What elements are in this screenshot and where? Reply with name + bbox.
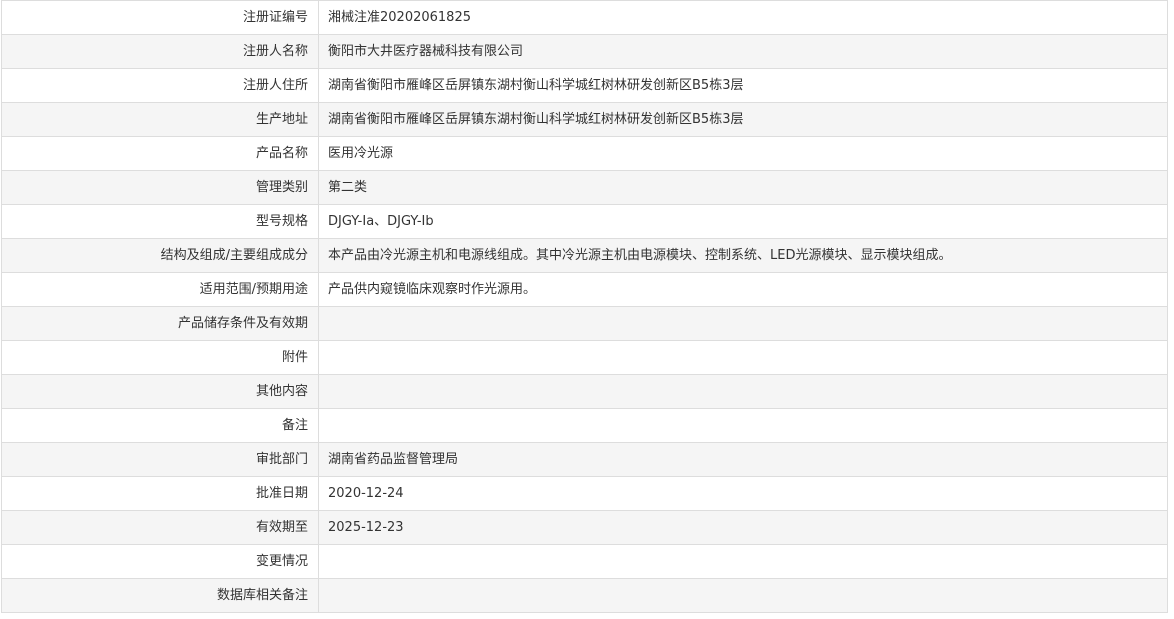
table-row: 注册人住所 湖南省衡阳市雁峰区岳屏镇东湖村衡山科学城红树林研发创新区B5栋3层 — [1, 68, 1168, 103]
field-label-change-status: 变更情况 — [1, 544, 319, 579]
field-value-storage-validity — [318, 306, 1168, 341]
field-label-storage-validity: 产品储存条件及有效期 — [1, 306, 319, 341]
field-label-model-spec: 型号规格 — [1, 204, 319, 239]
table-row: 其他内容 — [1, 374, 1168, 409]
table-row: 数据库相关备注 — [1, 578, 1168, 613]
field-value-product-name: 医用冷光源 — [318, 136, 1168, 171]
field-value-attachments — [318, 340, 1168, 375]
field-label-production-address: 生产地址 — [1, 102, 319, 137]
field-value-registrant-name: 衡阳市大井医疗器械科技有限公司 — [318, 34, 1168, 69]
table-row: 注册人名称 衡阳市大井医疗器械科技有限公司 — [1, 34, 1168, 69]
table-row: 备注 — [1, 408, 1168, 443]
field-label-management-class: 管理类别 — [1, 170, 319, 205]
table-row: 变更情况 — [1, 544, 1168, 579]
field-value-other-content — [318, 374, 1168, 409]
field-value-management-class: 第二类 — [318, 170, 1168, 205]
table-row: 生产地址 湖南省衡阳市雁峰区岳屏镇东湖村衡山科学城红树林研发创新区B5栋3层 — [1, 102, 1168, 137]
field-label-attachments: 附件 — [1, 340, 319, 375]
table-row: 产品名称 医用冷光源 — [1, 136, 1168, 171]
field-label-registrant-address: 注册人住所 — [1, 68, 319, 103]
field-label-database-remarks: 数据库相关备注 — [1, 578, 319, 613]
field-label-product-name: 产品名称 — [1, 136, 319, 171]
field-label-structure-composition: 结构及组成/主要组成成分 — [1, 238, 319, 273]
field-label-registration-number: 注册证编号 — [1, 0, 319, 35]
table-row: 注册证编号 湘械注准20202061825 — [1, 0, 1168, 35]
field-value-intended-use: 产品供内窥镜临床观察时作光源用。 — [318, 272, 1168, 307]
field-value-registration-number: 湘械注准20202061825 — [318, 0, 1168, 35]
table-row: 管理类别 第二类 — [1, 170, 1168, 205]
table-row: 产品储存条件及有效期 — [1, 306, 1168, 341]
field-value-registrant-address: 湖南省衡阳市雁峰区岳屏镇东湖村衡山科学城红树林研发创新区B5栋3层 — [318, 68, 1168, 103]
field-value-remarks — [318, 408, 1168, 443]
table-row: 有效期至 2025-12-23 — [1, 510, 1168, 545]
field-value-database-remarks — [318, 578, 1168, 613]
table-row: 适用范围/预期用途 产品供内窥镜临床观察时作光源用。 — [1, 272, 1168, 307]
table-row: 附件 — [1, 340, 1168, 375]
field-value-approval-date: 2020-12-24 — [318, 476, 1168, 511]
field-value-production-address: 湖南省衡阳市雁峰区岳屏镇东湖村衡山科学城红树林研发创新区B5栋3层 — [318, 102, 1168, 137]
field-value-structure-composition: 本产品由冷光源主机和电源线组成。其中冷光源主机由电源模块、控制系统、LED光源模… — [318, 238, 1168, 273]
table-row: 审批部门 湖南省药品监督管理局 — [1, 442, 1168, 477]
field-value-approval-department: 湖南省药品监督管理局 — [318, 442, 1168, 477]
field-value-valid-until: 2025-12-23 — [318, 510, 1168, 545]
table-row: 批准日期 2020-12-24 — [1, 476, 1168, 511]
field-label-approval-department: 审批部门 — [1, 442, 319, 477]
field-label-approval-date: 批准日期 — [1, 476, 319, 511]
field-label-registrant-name: 注册人名称 — [1, 34, 319, 69]
field-label-intended-use: 适用范围/预期用途 — [1, 272, 319, 307]
registration-detail-table: 注册证编号 湘械注准20202061825 注册人名称 衡阳市大井医疗器械科技有… — [1, 0, 1168, 613]
field-label-remarks: 备注 — [1, 408, 319, 443]
table-row: 型号规格 DJGY-Ia、DJGY-Ib — [1, 204, 1168, 239]
field-label-other-content: 其他内容 — [1, 374, 319, 409]
field-label-valid-until: 有效期至 — [1, 510, 319, 545]
table-row: 结构及组成/主要组成成分 本产品由冷光源主机和电源线组成。其中冷光源主机由电源模… — [1, 238, 1168, 273]
field-value-change-status — [318, 544, 1168, 579]
field-value-model-spec: DJGY-Ia、DJGY-Ib — [318, 204, 1168, 239]
